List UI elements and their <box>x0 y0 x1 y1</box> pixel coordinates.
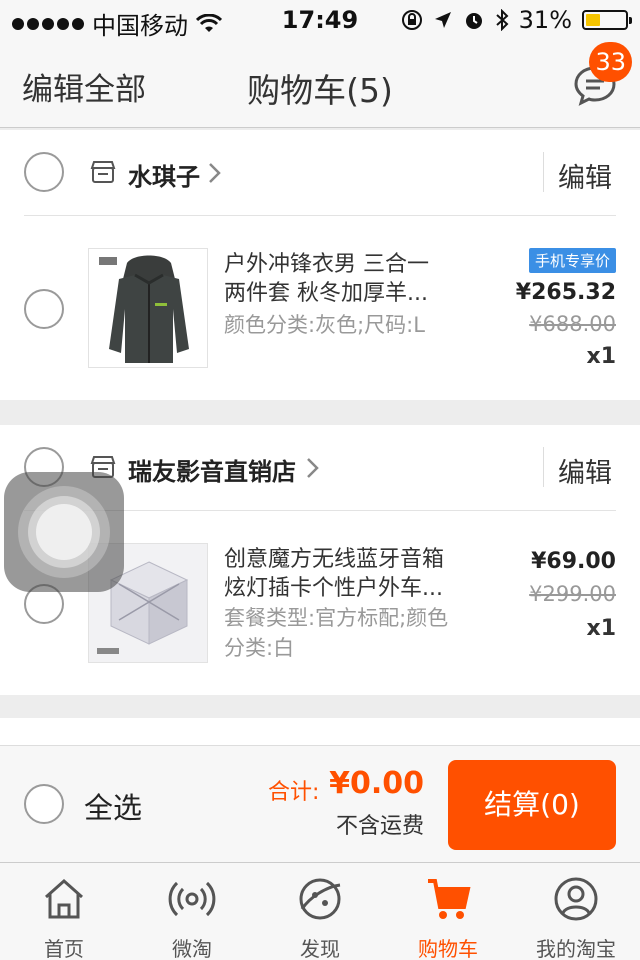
discover-icon <box>299 878 341 920</box>
tab-my-taobao[interactable]: 我的淘宝 <box>512 863 640 960</box>
orientation-lock-icon <box>401 10 422 30</box>
mobile-price-tag: 手机专享价 <box>528 248 616 273</box>
product-spec: 套餐类型:官方标配;颜色分类:白 <box>224 606 449 660</box>
product-title-line-1: 户外冲锋衣男 三合一 <box>224 252 429 277</box>
assistive-touch-button[interactable] <box>4 472 124 592</box>
nav-header: 编辑全部 购物车(5) 33 <box>0 40 640 128</box>
page-title: 购物车(5) <box>247 71 393 110</box>
store-name[interactable]: 瑞友影音直销店 <box>128 452 296 487</box>
store-header: 水琪子 编辑 <box>0 130 640 216</box>
message-badge: 33 <box>589 42 632 82</box>
divider <box>24 215 616 216</box>
store-select-radio[interactable] <box>24 152 64 192</box>
store-icon <box>90 161 116 183</box>
product-title[interactable]: 户外冲锋衣男 三合一 两件套 秋冬加厚羊... <box>224 250 464 308</box>
store-card: 水琪子 编辑 户外冲锋衣男 三合一 两件套 秋冬加厚羊... 颜色分类:灰色;尺… <box>0 130 640 400</box>
alarm-icon <box>465 13 482 29</box>
product-quantity: x1 <box>586 616 617 641</box>
product-original-price: ¥299.00 <box>529 582 616 606</box>
store-edit-button[interactable]: 编辑 <box>558 451 612 490</box>
tab-cart[interactable]: 购物车 <box>384 863 512 960</box>
status-bar: 中国移动 17:49 31% <box>0 0 640 40</box>
tab-label: 微淘 <box>172 937 212 960</box>
assistive-center <box>36 504 92 560</box>
tab-discover[interactable]: 发现 <box>256 863 384 960</box>
profile-icon <box>554 877 598 921</box>
store-name[interactable]: 水琪子 <box>128 157 200 192</box>
divider <box>543 447 544 487</box>
store-card-partial <box>0 718 640 745</box>
jacket-image <box>89 249 207 367</box>
item-select-radio[interactable] <box>24 289 64 329</box>
tab-label: 发现 <box>300 937 340 960</box>
tab-label: 首页 <box>44 937 84 960</box>
select-all-label[interactable]: 全选 <box>84 785 142 827</box>
tab-weitao[interactable]: 微淘 <box>128 863 256 960</box>
home-icon <box>45 878 83 919</box>
status-right: 31% <box>401 6 632 34</box>
tab-label: 我的淘宝 <box>536 937 616 960</box>
battery-percent: 31% <box>518 6 572 34</box>
location-icon <box>434 12 451 28</box>
product-original-price: ¥688.00 <box>529 312 616 336</box>
product-quantity: x1 <box>586 344 617 369</box>
bluetooth-icon <box>495 9 509 31</box>
tab-home[interactable]: 首页 <box>0 863 128 960</box>
checkout-button[interactable]: 结算(0) <box>448 760 616 850</box>
tab-label: 购物车 <box>418 937 478 960</box>
broadcast-icon <box>168 881 216 917</box>
store-edit-button[interactable]: 编辑 <box>558 156 612 195</box>
shipping-note: 不含运费 <box>335 814 424 839</box>
product-spec: 颜色分类:灰色;尺码:L <box>224 313 425 337</box>
product-price: ¥69.00 <box>531 549 616 574</box>
product-thumbnail-jacket[interactable] <box>88 248 208 368</box>
product-title[interactable]: 创意魔方无线蓝牙音箱 炫灯插卡个性户外车... <box>224 545 464 603</box>
cart-icon <box>428 879 471 919</box>
divider <box>543 152 544 192</box>
total-value: ¥0.00 <box>329 766 424 801</box>
battery-icon <box>582 10 632 30</box>
product-title-line-1: 创意魔方无线蓝牙音箱 <box>224 547 445 572</box>
checkout-bar: 全选 合计: ¥0.00 不含运费 结算(0) <box>0 745 640 863</box>
product-title-line-2: 两件套 秋冬加厚羊... <box>224 281 428 306</box>
select-all-radio[interactable] <box>24 784 64 824</box>
total-label: 合计: <box>268 780 320 805</box>
chevron-right-icon[interactable] <box>208 162 222 184</box>
product-price: ¥265.32 <box>515 280 616 305</box>
chevron-right-icon[interactable] <box>306 457 320 479</box>
tab-bar: 首页 微淘 发现 购物车 我的淘宝 <box>0 862 640 960</box>
product-title-line-2: 炫灯插卡个性户外车... <box>224 576 443 601</box>
